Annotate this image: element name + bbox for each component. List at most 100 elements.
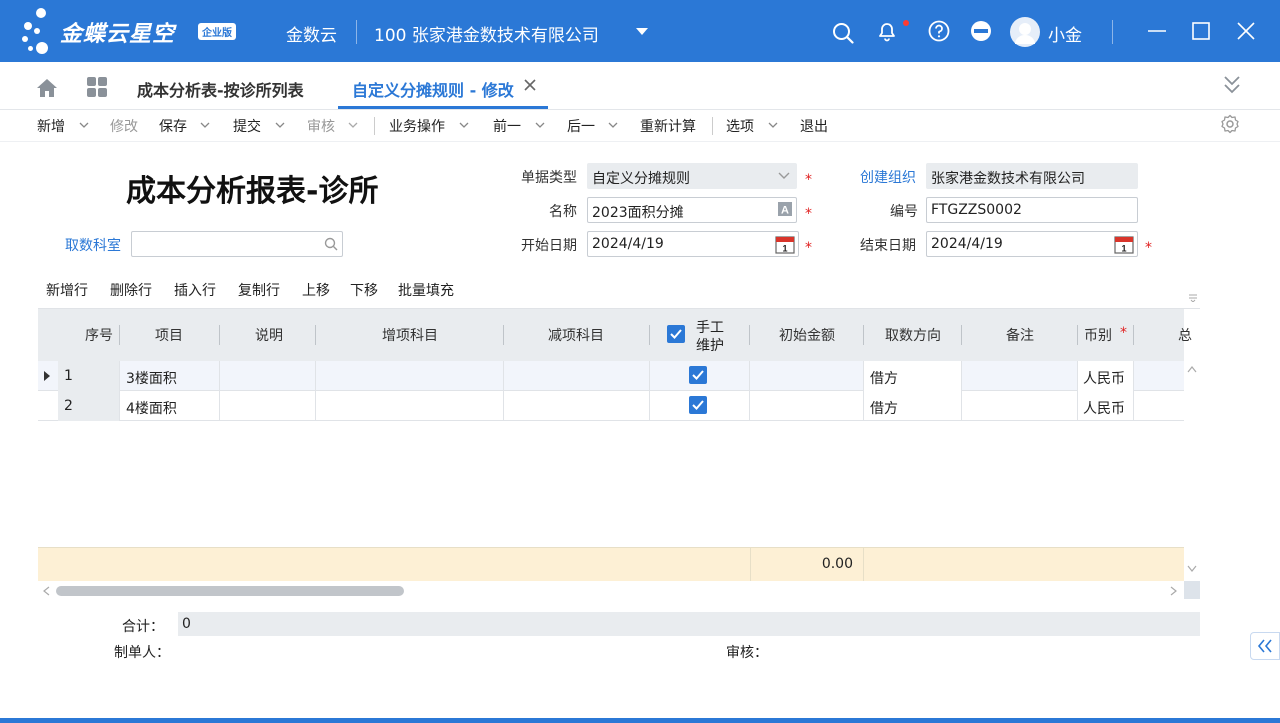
maximize-icon[interactable]	[1190, 20, 1212, 42]
chevron-down-icon[interactable]	[768, 122, 778, 128]
chevron-down-icon[interactable]	[348, 122, 358, 128]
home-icon[interactable]	[36, 77, 58, 99]
avatar[interactable]	[1010, 17, 1040, 47]
col-header-add-subject[interactable]: 增项科目	[318, 325, 502, 345]
cell-remark[interactable]	[962, 391, 1078, 421]
vertical-scrollbar[interactable]	[1184, 361, 1200, 581]
submit-button[interactable]: 提交	[233, 116, 261, 136]
cell-add-subject[interactable]	[316, 361, 504, 391]
calendar-icon[interactable]: 1	[775, 235, 795, 254]
gear-icon[interactable]	[1220, 114, 1240, 134]
cell-seq[interactable]: 1	[58, 361, 120, 391]
cell-add-subject[interactable]	[316, 391, 504, 421]
table-row[interactable]: 2 4楼面积 借方 人民币	[38, 391, 1184, 421]
cell-init-amount[interactable]	[750, 361, 864, 391]
col-header-item[interactable]: 项目	[126, 325, 212, 345]
cell-init-amount[interactable]	[750, 391, 864, 421]
chevron-left-icon[interactable]	[42, 586, 50, 596]
caret-down-icon[interactable]	[636, 28, 648, 35]
cell-desc[interactable]	[220, 361, 316, 391]
insert-row-button[interactable]: 插入行	[174, 280, 216, 300]
name-input[interactable]: 2023面积分摊	[587, 197, 797, 223]
chevron-right-icon[interactable]	[1170, 586, 1178, 596]
minus-circle-icon[interactable]	[970, 20, 992, 42]
copy-row-button[interactable]: 复制行	[238, 280, 280, 300]
chevron-down-icon[interactable]	[1187, 565, 1197, 573]
move-down-button[interactable]: 下移	[350, 280, 378, 300]
close-icon[interactable]	[1235, 20, 1257, 42]
cloud-name[interactable]: 金数云	[286, 21, 337, 46]
col-header-remark[interactable]: 备注	[964, 325, 1076, 345]
batch-fill-button[interactable]: 批量填充	[398, 280, 454, 300]
prev-button[interactable]: 前一	[493, 116, 521, 136]
search-icon[interactable]	[324, 237, 338, 251]
bill-type-select[interactable]: 自定义分摊规则	[587, 163, 797, 189]
business-ops-button[interactable]: 业务操作	[389, 116, 445, 136]
chevron-double-left-icon[interactable]	[1257, 639, 1273, 653]
cell-sub-subject[interactable]	[504, 391, 650, 421]
cell-currency[interactable]: 人民币	[1078, 361, 1134, 391]
col-header-sub-subject[interactable]: 减项科目	[506, 325, 646, 345]
audit-button[interactable]: 审核	[307, 116, 335, 136]
cell-currency[interactable]: 人民币	[1078, 391, 1134, 421]
side-panel-expand-button[interactable]	[1250, 632, 1280, 660]
chevron-down-icon[interactable]	[608, 122, 618, 128]
move-up-button[interactable]: 上移	[302, 280, 330, 300]
org-selector[interactable]: 100 张家港金数技术有限公司	[374, 21, 599, 46]
manual-all-checkbox[interactable]	[667, 325, 685, 343]
cell-remark[interactable]	[962, 361, 1078, 391]
end-date-input[interactable]: 2024/4/19	[926, 231, 1138, 257]
scrollbar-thumb[interactable]	[56, 586, 404, 596]
grid-menu-icon[interactable]	[1188, 292, 1198, 302]
cell-manual[interactable]	[650, 361, 750, 391]
dept-label[interactable]: 取数科室	[65, 235, 121, 255]
chevron-down-icon[interactable]	[79, 122, 89, 128]
bell-icon[interactable]	[876, 20, 898, 42]
exit-button[interactable]: 退出	[800, 116, 828, 136]
col-header-desc[interactable]: 说明	[226, 325, 312, 345]
cell-seq[interactable]: 2	[58, 391, 120, 421]
manual-checkbox[interactable]	[689, 366, 707, 384]
tab-allocation-rule-edit[interactable]: 自定义分摊规则 - 修改	[352, 77, 514, 101]
modify-button[interactable]: 修改	[110, 116, 138, 136]
new-button[interactable]: 新增	[37, 116, 65, 136]
apps-icon[interactable]	[86, 76, 108, 98]
table-row[interactable]: 1 3楼面积 借方 人民币	[38, 361, 1184, 391]
col-header-init-amount[interactable]: 初始金额	[752, 325, 862, 345]
chevron-double-down-icon[interactable]	[1222, 74, 1242, 96]
chevron-down-icon[interactable]	[200, 122, 210, 128]
col-header-seq[interactable]: 序号	[74, 325, 124, 345]
delete-row-button[interactable]: 删除行	[110, 280, 152, 300]
create-org-label[interactable]: 创建组织	[860, 167, 916, 187]
chevron-down-icon[interactable]	[535, 122, 545, 128]
chevron-down-icon[interactable]	[275, 122, 285, 128]
cell-desc[interactable]	[220, 391, 316, 421]
options-button[interactable]: 选项	[726, 116, 754, 136]
cell-manual[interactable]	[650, 391, 750, 421]
cell-item[interactable]: 4楼面积	[120, 391, 220, 421]
next-button[interactable]: 后一	[567, 116, 595, 136]
multilang-icon[interactable]: A	[777, 201, 793, 217]
col-header-direction[interactable]: 取数方向	[866, 325, 960, 345]
cell-sub-subject[interactable]	[504, 361, 650, 391]
search-icon[interactable]	[832, 22, 854, 44]
cell-item[interactable]: 3楼面积	[120, 361, 220, 391]
tab-cost-analysis-list[interactable]: 成本分析表-按诊所列表	[137, 77, 304, 101]
cell-direction[interactable]: 借方	[864, 391, 962, 421]
chevron-up-icon[interactable]	[1187, 365, 1197, 373]
recalculate-button[interactable]: 重新计算	[640, 116, 696, 136]
save-button[interactable]: 保存	[159, 116, 187, 136]
start-date-input[interactable]: 2024/4/19	[587, 231, 799, 257]
add-row-button[interactable]: 新增行	[46, 280, 88, 300]
calendar-icon[interactable]: 1	[1114, 235, 1134, 254]
manual-checkbox[interactable]	[689, 396, 707, 414]
username[interactable]: 小金	[1048, 21, 1082, 46]
tab-close-icon[interactable]	[523, 78, 537, 92]
cell-direction[interactable]: 借方	[864, 361, 962, 391]
chevron-down-icon[interactable]	[459, 122, 469, 128]
minimize-icon[interactable]	[1146, 20, 1168, 42]
number-input[interactable]: FTGZZS0002	[926, 197, 1138, 223]
col-header-currency[interactable]: 币别	[1084, 325, 1112, 345]
chevron-down-icon[interactable]	[778, 172, 790, 180]
horizontal-scrollbar[interactable]	[38, 581, 1200, 599]
